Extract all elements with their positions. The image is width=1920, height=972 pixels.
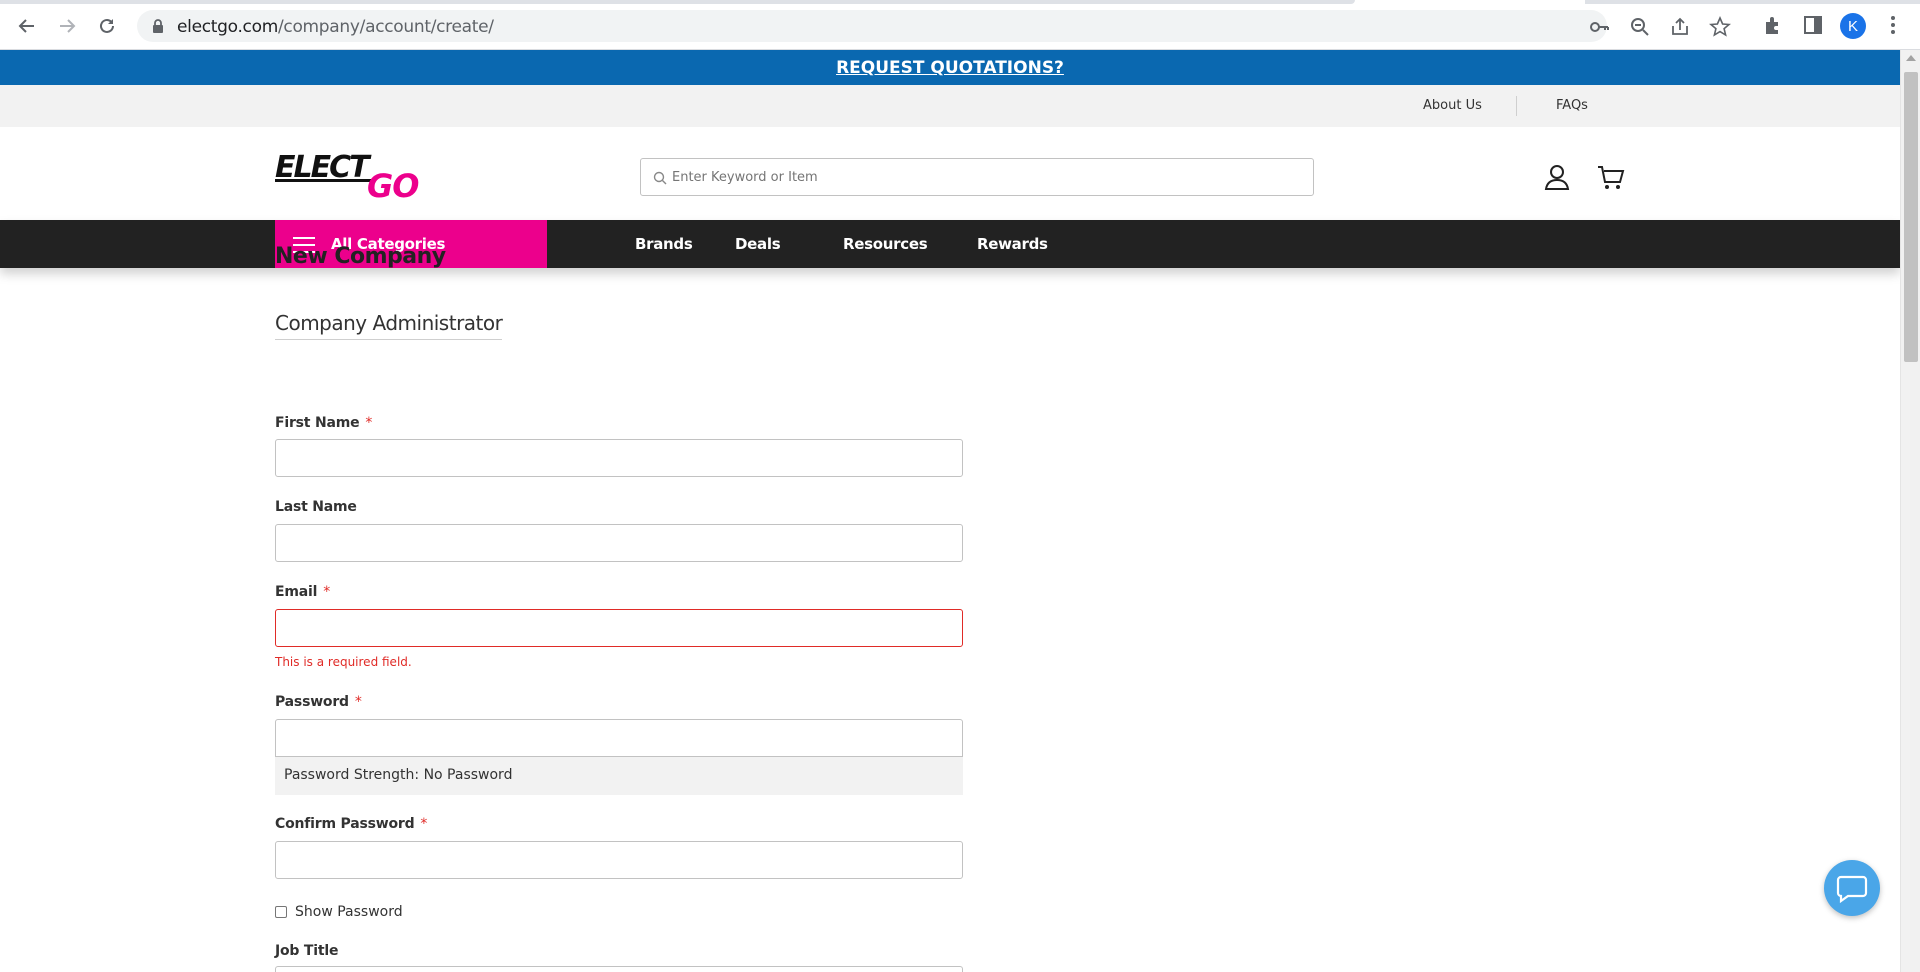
topbar-divider (1516, 96, 1517, 116)
search-box (640, 158, 1314, 196)
promo-banner: REQUEST QUOTATIONS? (0, 50, 1900, 85)
cart-icon[interactable] (1596, 162, 1626, 192)
url-text: electgo.com/company/account/create/ (177, 17, 494, 37)
job-title-label: Job Title (275, 943, 339, 959)
email-error-message: This is a required field. (275, 655, 412, 669)
about-us-link[interactable]: About Us (1423, 98, 1482, 113)
zoom-out-icon[interactable] (1629, 16, 1651, 38)
show-password-checkbox[interactable] (275, 906, 287, 918)
site-header: ELECT GO (0, 127, 1900, 220)
page-title: New Company (275, 244, 446, 269)
confirm-password-field[interactable] (275, 841, 963, 879)
extensions-icon[interactable] (1762, 14, 1784, 36)
forward-icon[interactable] (53, 12, 81, 40)
side-panel-icon[interactable] (1802, 14, 1824, 36)
password-label: Password * (275, 694, 362, 710)
electgo-logo[interactable]: ELECT GO (275, 149, 425, 199)
password-field[interactable] (275, 719, 963, 757)
address-bar[interactable]: electgo.com/company/account/create/ (137, 10, 1731, 42)
browser-toolbar: electgo.com/company/account/create/ K (0, 0, 1920, 50)
email-label: Email * (275, 584, 331, 600)
menu-kebab-icon[interactable] (1882, 14, 1904, 36)
tab-strip-right (1585, 0, 1920, 4)
nav-brands[interactable]: Brands (635, 235, 693, 253)
nav-deals[interactable]: Deals (735, 235, 781, 253)
faqs-link[interactable]: FAQs (1556, 98, 1588, 113)
key-icon[interactable] (1589, 16, 1611, 38)
share-icon[interactable] (1669, 16, 1691, 38)
show-password-row: Show Password (275, 904, 403, 920)
svg-text:GO: GO (367, 167, 419, 199)
tab-strip-left (0, 0, 1355, 4)
chat-bubble-icon (1836, 875, 1868, 903)
lock-icon (153, 19, 163, 33)
bookmark-star-icon[interactable] (1709, 16, 1731, 38)
account-icon[interactable] (1542, 162, 1572, 192)
scroll-up-arrow[interactable] (1906, 55, 1916, 61)
first-name-field[interactable] (275, 439, 963, 477)
tab-strip (0, 0, 1920, 4)
section-heading: Company Administrator (275, 311, 503, 340)
page-scrollbar[interactable] (1900, 50, 1920, 972)
first-name-label: First Name * (275, 415, 373, 431)
email-field[interactable] (275, 609, 963, 647)
show-password-label[interactable]: Show Password (295, 904, 403, 920)
chat-widget-button[interactable] (1824, 860, 1880, 916)
last-name-label: Last Name (275, 499, 357, 515)
back-icon[interactable] (13, 12, 41, 40)
nav-resources[interactable]: Resources (843, 235, 928, 253)
search-input[interactable] (672, 159, 1302, 195)
scrollbar-thumb[interactable] (1904, 72, 1918, 362)
search-icon (653, 171, 667, 185)
last-name-field[interactable] (275, 524, 963, 562)
request-quotations-link[interactable]: REQUEST QUOTATIONS? (836, 58, 1064, 78)
confirm-password-label: Confirm Password * (275, 816, 428, 832)
reload-icon[interactable] (93, 12, 121, 40)
nav-rewards[interactable]: Rewards (977, 235, 1048, 253)
job-title-field[interactable] (275, 966, 963, 972)
top-links-bar: About Us FAQs (0, 85, 1900, 127)
password-strength-meter: Password Strength: No Password (275, 757, 963, 795)
profile-avatar[interactable]: K (1840, 13, 1866, 39)
